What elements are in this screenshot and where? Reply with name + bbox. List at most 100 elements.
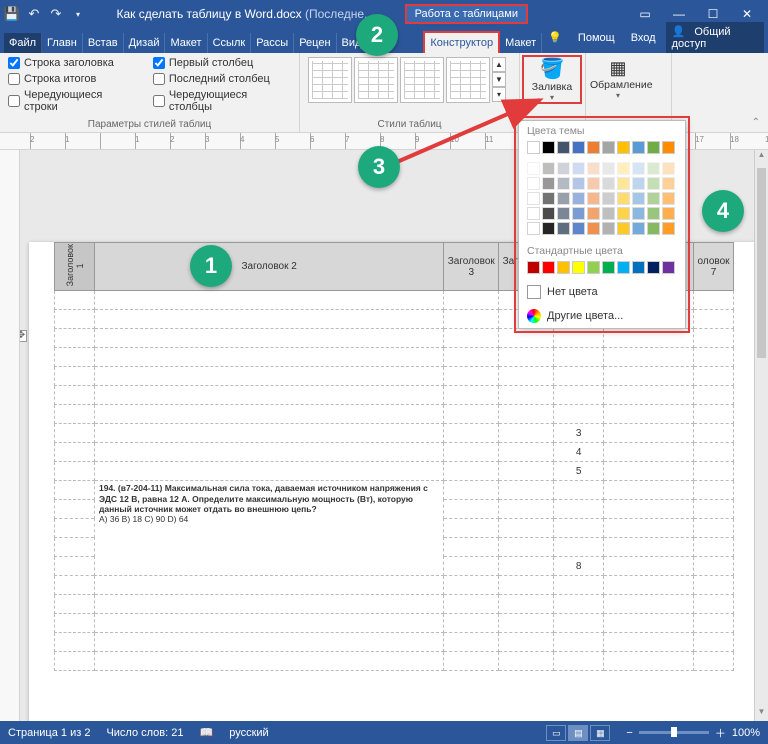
table-row[interactable] [55,386,734,405]
color-swatch[interactable] [632,177,645,190]
color-swatch[interactable] [542,192,555,205]
opt-first-col[interactable]: Первый столбец [153,57,291,69]
opt-total-row[interactable]: Строка итогов [8,73,137,85]
color-swatch[interactable] [542,222,555,235]
redo-icon[interactable]: ↷ [48,6,64,22]
color-swatch[interactable] [632,141,645,154]
color-swatch[interactable] [527,177,540,190]
color-swatch[interactable] [662,207,675,220]
table-style-thumb[interactable] [354,57,398,103]
table-row[interactable] [55,329,734,348]
table-row[interactable] [55,595,734,614]
collapse-ribbon-icon[interactable]: ⌃ [744,113,768,132]
opt-banded-rows[interactable]: Чередующиеся строки [8,89,137,113]
qat-dropdown-icon[interactable]: ▾ [70,6,86,22]
color-swatch[interactable] [632,162,645,175]
ruler-vertical[interactable] [0,150,20,721]
status-language[interactable]: русский [229,727,268,739]
color-swatch[interactable] [527,192,540,205]
color-swatch[interactable] [572,261,585,274]
table-style-thumb[interactable] [400,57,444,103]
color-swatch[interactable] [617,162,630,175]
color-swatch[interactable] [572,207,585,220]
color-swatch[interactable] [557,222,570,235]
color-swatch[interactable] [632,261,645,274]
opt-banded-cols[interactable]: Чередующиеся столбцы [153,89,291,113]
color-swatch[interactable] [542,177,555,190]
no-color-item[interactable]: Нет цвета [519,280,685,304]
color-swatch[interactable] [617,261,630,274]
table-row[interactable] [55,633,734,652]
status-page[interactable]: Страница 1 из 2 [8,727,90,739]
color-swatch[interactable] [617,222,630,235]
color-swatch[interactable] [527,207,540,220]
borders-button[interactable]: ▦ Обрамление ▾ [590,57,646,100]
color-swatch[interactable] [647,162,660,175]
color-swatch[interactable] [572,192,585,205]
table-row[interactable]: 5 [55,462,734,481]
view-print-icon[interactable]: ▤ [568,725,588,741]
color-swatch[interactable] [572,222,585,235]
zoom-level[interactable]: 100% [732,727,760,739]
color-swatch[interactable] [632,192,645,205]
tab-file[interactable]: Файл [4,33,42,53]
color-swatch[interactable] [662,261,675,274]
opt-last-col[interactable]: Последний столбец [153,73,291,85]
color-swatch[interactable] [572,162,585,175]
color-swatch[interactable] [542,162,555,175]
color-swatch[interactable] [647,177,660,190]
color-swatch[interactable] [602,261,615,274]
color-swatch[interactable] [572,141,585,154]
color-swatch[interactable] [647,261,660,274]
table-row[interactable]: 194. (в7-204-11) Максимальная сила тока,… [55,481,734,500]
tab-layout[interactable]: Макет [165,33,207,53]
color-swatch[interactable] [557,192,570,205]
proofing-icon[interactable]: 📖 [200,726,214,739]
tell-me-icon[interactable]: 💡 [542,28,568,47]
color-swatch[interactable] [662,192,675,205]
zoom-slider[interactable] [639,731,709,734]
color-swatch[interactable] [647,141,660,154]
color-swatch[interactable] [542,261,555,274]
table-row[interactable] [55,652,734,671]
color-swatch[interactable] [662,177,675,190]
share-button[interactable]: 👤 Общий доступ [666,22,764,53]
table-move-handle-icon[interactable]: ✥ [20,330,27,342]
color-swatch[interactable] [587,162,600,175]
tab-mailings[interactable]: Рассы [251,33,294,53]
scroll-up-icon[interactable]: ▲ [755,150,768,164]
help-label[interactable]: Помощ [572,29,621,47]
tab-insert[interactable]: Встав [83,33,124,53]
color-swatch[interactable] [617,177,630,190]
sign-in-label[interactable]: Вход [625,29,662,47]
color-swatch[interactable] [572,177,585,190]
color-swatch[interactable] [662,162,675,175]
opt-header-row[interactable]: Строка заголовка [8,57,137,69]
color-swatch[interactable] [647,222,660,235]
color-swatch[interactable] [557,141,570,154]
table-row[interactable] [55,614,734,633]
color-swatch[interactable] [632,222,645,235]
color-swatch[interactable] [542,207,555,220]
tab-home[interactable]: Главн [42,33,83,53]
gallery-down-icon[interactable]: ▼ [492,72,506,87]
undo-icon[interactable]: ↶ [26,6,42,22]
table-row[interactable]: 3 [55,424,734,443]
color-swatch[interactable] [602,141,615,154]
color-swatch[interactable] [587,261,600,274]
color-swatch[interactable] [587,177,600,190]
color-swatch[interactable] [527,261,540,274]
table-row[interactable] [55,405,734,424]
color-swatch[interactable] [617,192,630,205]
view-read-icon[interactable]: ▭ [546,725,566,741]
color-swatch[interactable] [557,261,570,274]
color-swatch[interactable] [587,192,600,205]
tab-design[interactable]: Дизай [124,33,166,53]
color-swatch[interactable] [587,207,600,220]
color-swatch[interactable] [602,222,615,235]
color-swatch[interactable] [527,222,540,235]
table-row[interactable] [55,576,734,595]
color-swatch[interactable] [617,207,630,220]
color-swatch[interactable] [602,177,615,190]
shading-button[interactable]: 🪣 Заливка ▾ [524,57,580,102]
